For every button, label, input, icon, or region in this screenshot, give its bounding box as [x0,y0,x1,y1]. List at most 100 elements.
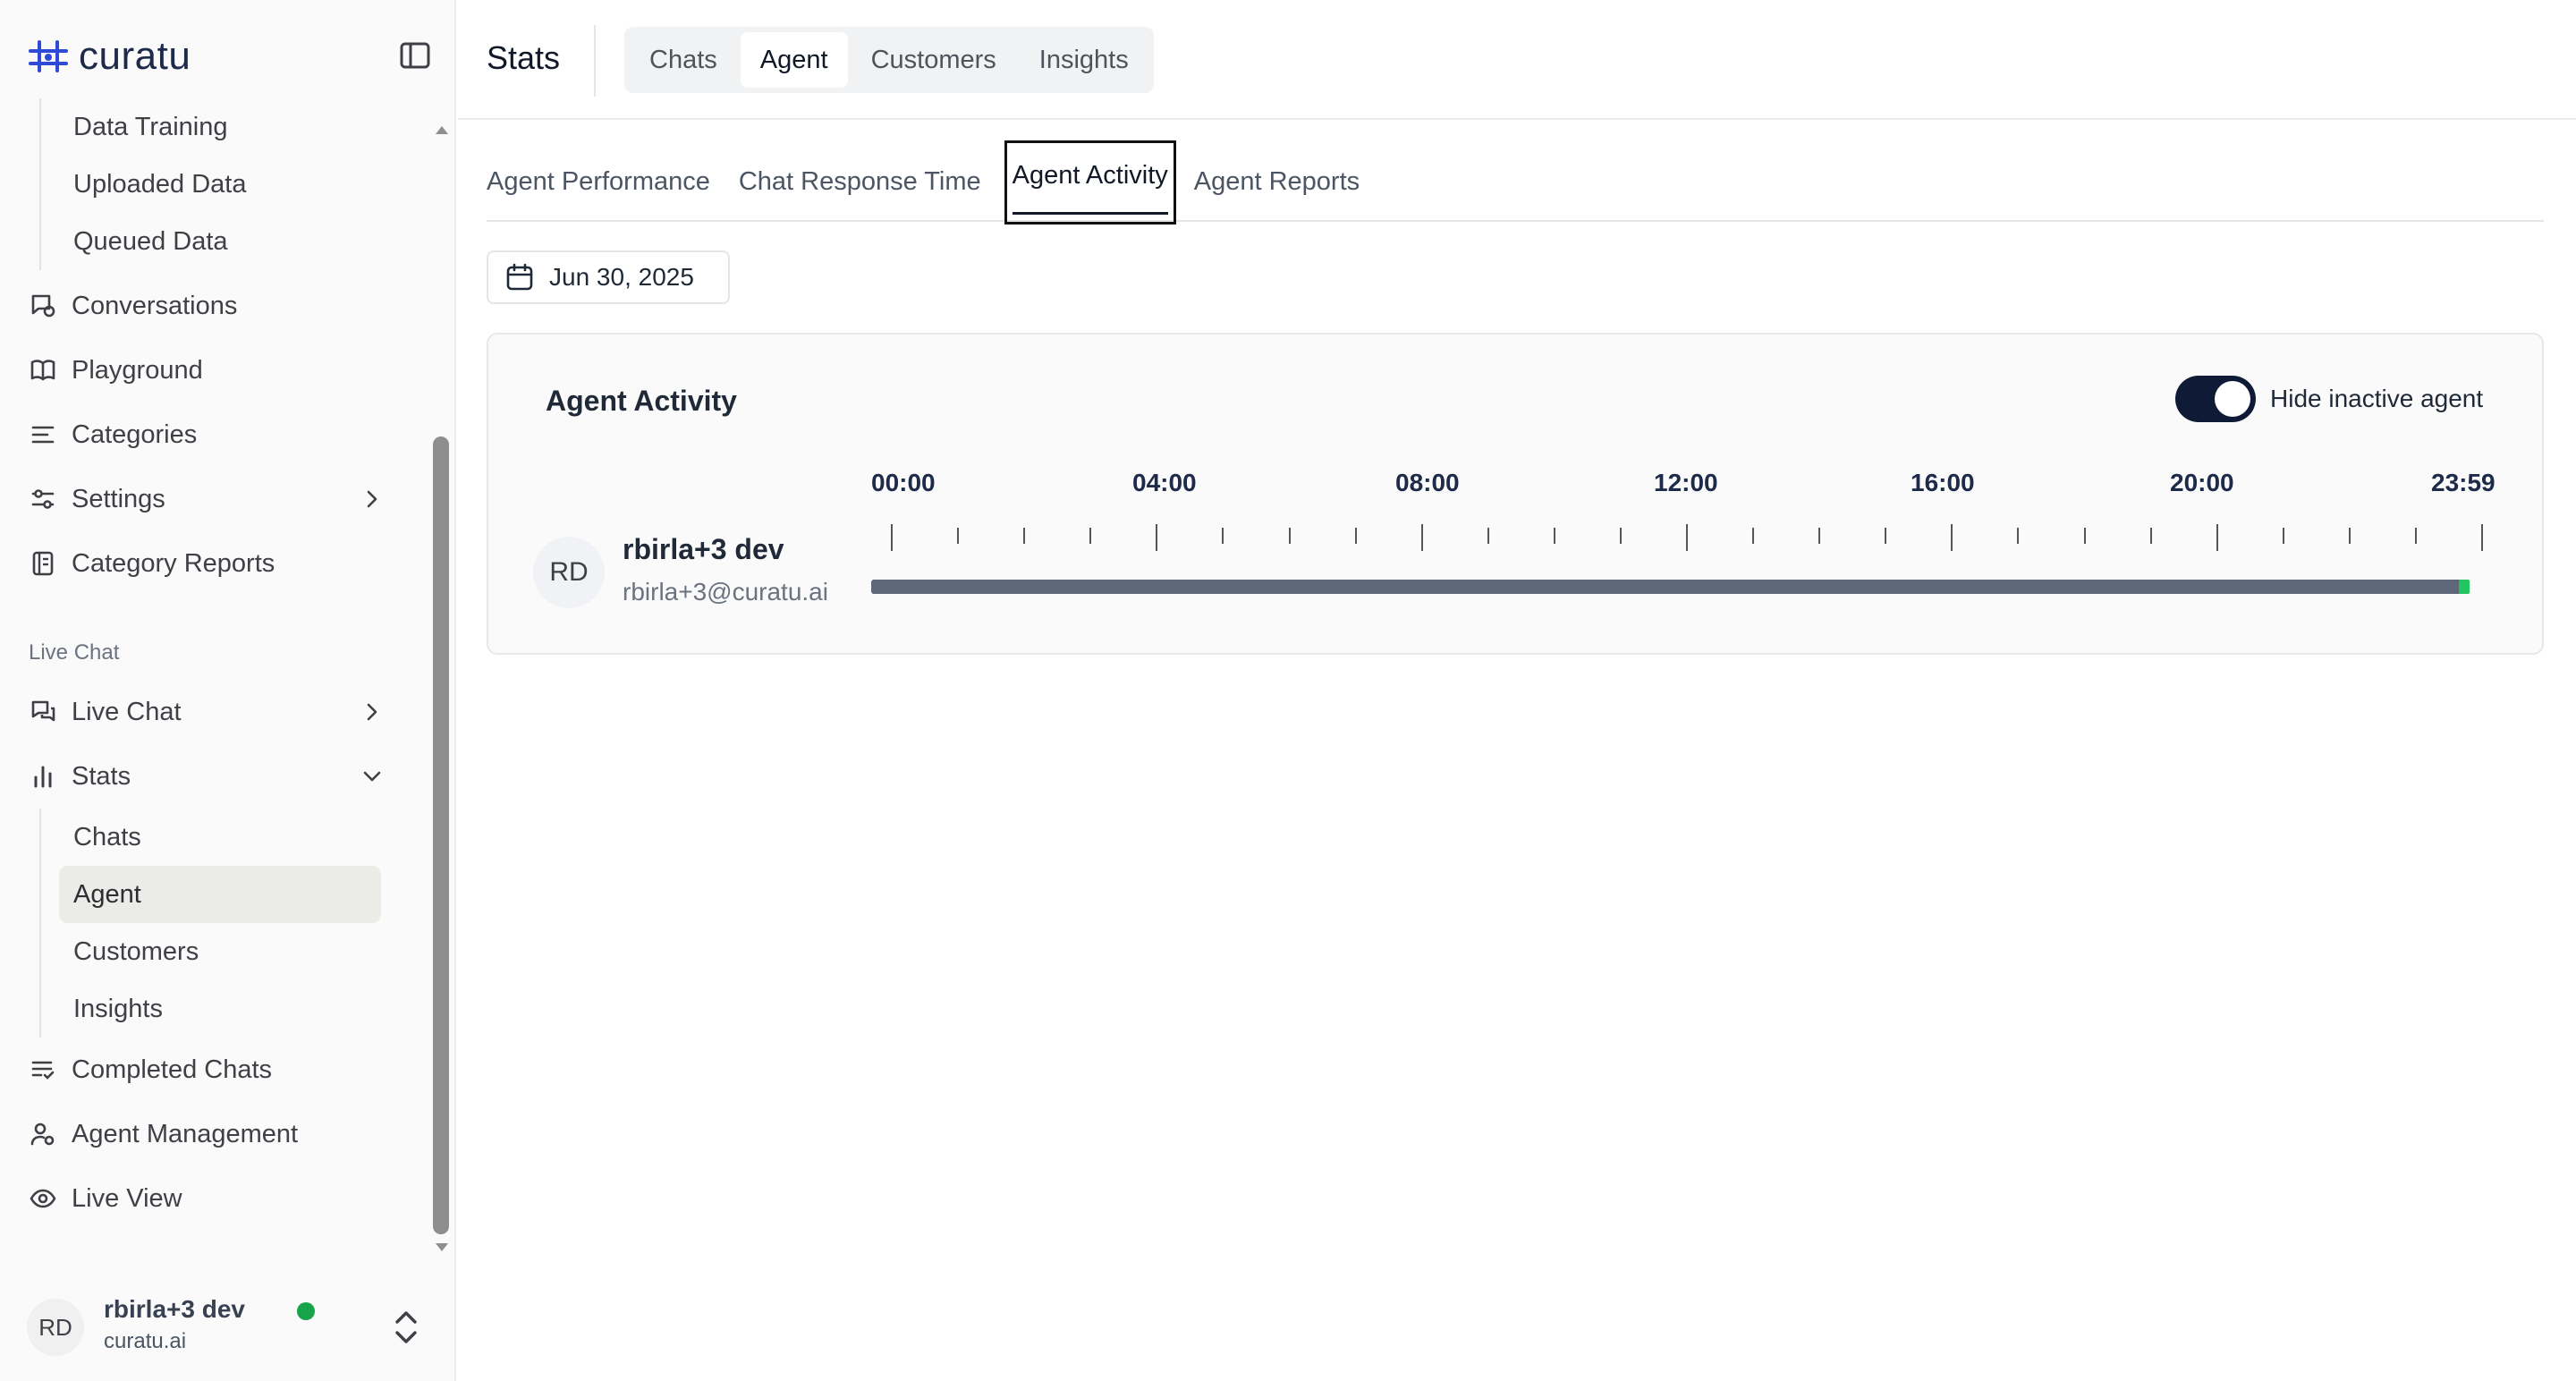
agent-activity-card: Agent Activity Hide inactive agent RD rb… [487,333,2544,655]
chevron-right-icon [360,487,385,512]
page-header: Stats Chats Agent Customers Insights [458,0,2576,120]
timeline-minor-tick [2083,528,2086,544]
sidebar-item-uploaded-data[interactable]: Uploaded Data [41,156,420,213]
stats-tabs: Chats Agent Customers Insights [624,27,1154,93]
sidebar-scrollbar-thumb[interactable] [433,436,449,1234]
timeline-minor-tick [2017,528,2020,544]
list-icon [29,420,57,449]
chevron-right-icon [360,699,385,724]
sidebar-item-completed-chats[interactable]: Completed Chats [0,1038,420,1102]
sidebar-item-live-chat[interactable]: Live Chat [0,680,420,744]
sidebar-item-stats-insights[interactable]: Insights [41,980,420,1038]
eye-icon [29,1184,57,1213]
user-menu[interactable]: RD rbirla+3 dev curatu.ai [27,1293,438,1358]
chevrons-up-down-icon[interactable] [388,1306,424,1349]
avatar: RD [27,1299,84,1356]
list-check-icon [29,1055,57,1084]
chat-icon [29,698,57,726]
activity-timeline: 00:00 04:00 08:00 12:00 16:00 20:00 23:59 [871,469,2499,594]
tab-chats[interactable]: Chats [630,32,737,88]
timeline-minor-tick [1222,528,1224,544]
timeline-minor-tick [1288,528,1291,544]
time-label: 04:00 [1132,469,1197,496]
sidebar-item-playground[interactable]: Playground [0,338,420,402]
title-divider [594,25,596,97]
sidebar-item-conversations[interactable]: Conversations [0,274,420,338]
subtab-agent-performance[interactable]: Agent Performance [487,142,710,221]
sidebar-item-live-view[interactable]: Live View [0,1166,420,1231]
time-label: 08:00 [1395,469,1460,496]
sidebar-item-label: Categories [72,419,198,449]
section-label-live-chat: Live Chat [29,640,120,665]
sidebar-item-queued-data[interactable]: Queued Data [41,213,420,270]
sidebar-item-label: Completed Chats [72,1055,273,1084]
sidebar-item-label: Live View [72,1183,182,1213]
timeline-major-tick [1156,524,1158,551]
subtab-agent-reports[interactable]: Agent Reports [1194,142,1360,221]
sidebar-item-settings[interactable]: Settings [0,467,420,531]
subtab-chat-response-time[interactable]: Chat Response Time [739,142,981,221]
time-label: 16:00 [1911,469,1975,496]
timeline-major-tick [891,524,893,551]
timeline-major-tick [2481,524,2483,551]
time-label: 12:00 [1654,469,1718,496]
agent-activity-bar[interactable] [871,580,2470,594]
sidebar-item-category-reports[interactable]: Category Reports [0,531,420,596]
sidebar-item-agent-management[interactable]: Agent Management [0,1102,420,1166]
card-title: Agent Activity [546,385,737,417]
sidebar-item-stats-customers[interactable]: Customers [41,923,420,980]
timeline-major-tick [2216,524,2218,551]
data-subitems: Data Training Uploaded Data Queued Data [39,98,420,270]
sidebar: curatu Data Training Uploaded Data Queue… [0,0,456,1381]
calendar-icon [504,262,535,292]
sidebar-item-label: Live Chat [72,697,182,726]
timeline-minor-tick [1354,528,1357,544]
timeline-minor-tick [2282,528,2284,544]
scroll-down-arrow-icon[interactable] [433,1241,451,1254]
conversations-icon [29,292,57,320]
timeline-major-tick [1951,524,1953,551]
sidebar-nav: Data Training Uploaded Data Queued Data … [0,98,420,1279]
sidebar-item-label: Playground [72,355,203,385]
agent-email: rbirla+3@curatu.ai [623,578,828,606]
book-icon [29,356,57,385]
scroll-up-arrow-icon[interactable] [433,123,451,136]
agent-name: rbirla+3 dev [623,533,784,565]
sidebar-item-stats-chats[interactable]: Chats [41,809,420,866]
tab-agent[interactable]: Agent [740,32,848,88]
user-gear-icon [29,1120,57,1148]
sidebar-item-data-training[interactable]: Data Training [41,98,420,156]
curatu-logo-icon [27,38,70,74]
sidebar-item-categories[interactable]: Categories [0,402,420,467]
sidebar-toggle-icon[interactable] [399,39,431,72]
timeline-minor-tick [1818,528,1821,544]
user-domain: curatu.ai [104,1329,187,1353]
timeline-minor-tick [1619,528,1622,544]
time-label: 23:59 [2431,469,2496,496]
timeline-minor-tick [1089,528,1092,544]
agent-active-segment[interactable] [2458,580,2470,594]
timeline-minor-tick [1752,528,1755,544]
hide-inactive-toggle[interactable] [2175,376,2256,422]
chevron-down-icon [360,764,385,789]
sidebar-item-label: Conversations [72,291,238,320]
brand-logo[interactable]: curatu [27,34,191,79]
page-title: Stats [487,39,561,76]
sliders-icon [29,485,57,513]
timeline-minor-tick [2149,528,2152,544]
tab-customers[interactable]: Customers [852,32,1016,88]
report-icon [29,549,57,578]
date-picker-button[interactable]: Jun 30, 2025 [487,250,730,304]
timeline-minor-tick [1023,528,1026,544]
user-name: rbirla+3 dev [104,1295,245,1323]
sidebar-item-stats-agent[interactable]: Agent [59,866,381,923]
timeline-minor-tick [2414,528,2417,544]
subtab-agent-activity[interactable]: Agent Activity [1004,140,1176,225]
timeline-minor-tick [1487,528,1489,544]
date-value: Jun 30, 2025 [549,263,694,291]
timeline-minor-tick [1553,528,1555,544]
tab-insights[interactable]: Insights [1020,32,1148,88]
sidebar-item-stats[interactable]: Stats [0,744,420,809]
agent-subtabs: Agent Performance Chat Response Time Age… [487,140,2544,225]
timeline-minor-tick [957,528,960,544]
